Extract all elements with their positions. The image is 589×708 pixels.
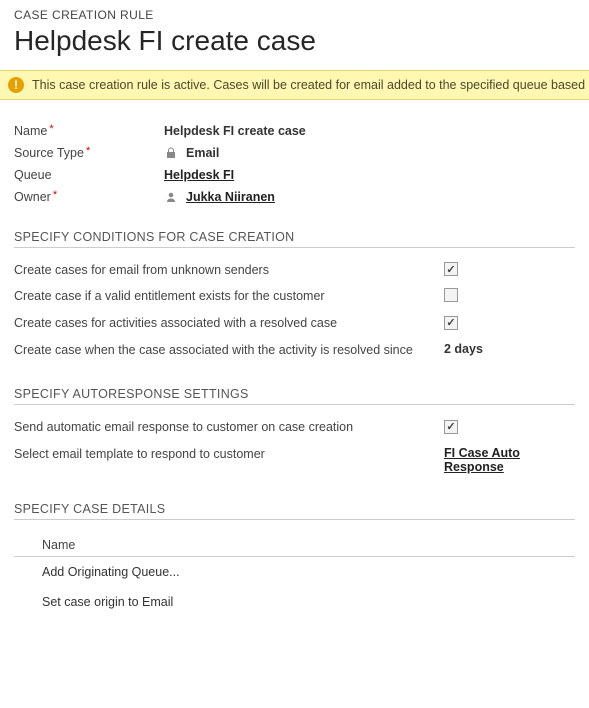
source-type-value: Email	[164, 146, 219, 160]
send-auto-label: Send automatic email response to custome…	[14, 419, 444, 436]
active-rule-alert: ! This case creation rule is active. Cas…	[0, 70, 589, 100]
table-header-name[interactable]: Name	[14, 534, 575, 557]
lock-icon	[164, 146, 178, 160]
resolved-since-value[interactable]: 2 days	[444, 342, 575, 356]
unknown-senders-checkbox[interactable]	[444, 262, 458, 276]
queue-label: Queue	[14, 168, 164, 182]
case-details-table: Name Add Originating Queue... Set case o…	[14, 534, 575, 617]
resolved-activities-label: Create cases for activities associated w…	[14, 315, 444, 332]
email-template-label: Select email template to respond to cust…	[14, 446, 444, 463]
section-autoresponse-heading: SPECIFY AUTORESPONSE SETTINGS	[14, 387, 575, 405]
source-type-label: Source Type*	[14, 146, 164, 160]
unknown-senders-label: Create cases for email from unknown send…	[14, 262, 444, 279]
section-details-heading: SPECIFY CASE DETAILS	[14, 502, 575, 520]
table-row[interactable]: Add Originating Queue...	[14, 557, 575, 587]
breadcrumb: CASE CREATION RULE	[14, 8, 575, 22]
resolved-since-label: Create case when the case associated wit…	[14, 342, 444, 359]
send-auto-checkbox[interactable]	[444, 420, 458, 434]
entitlement-checkbox[interactable]	[444, 288, 458, 302]
page-title: Helpdesk FI create case	[14, 24, 575, 58]
summary-block: Name* Helpdesk FI create case Source Typ…	[14, 124, 575, 204]
resolved-activities-checkbox[interactable]	[444, 316, 458, 330]
email-template-link[interactable]: FI Case Auto Response	[444, 446, 520, 474]
alert-text: This case creation rule is active. Cases…	[32, 78, 589, 92]
name-label: Name*	[14, 124, 164, 138]
section-conditions-heading: SPECIFY CONDITIONS FOR CASE CREATION	[14, 230, 575, 248]
owner-link[interactable]: Jukka Niiranen	[186, 190, 275, 204]
warning-icon: !	[8, 77, 24, 93]
owner-label: Owner*	[14, 190, 164, 204]
table-row[interactable]: Set case origin to Email	[14, 587, 575, 617]
queue-link[interactable]: Helpdesk FI	[164, 168, 234, 182]
entitlement-label: Create case if a valid entitlement exist…	[14, 288, 444, 305]
name-value[interactable]: Helpdesk FI create case	[164, 124, 306, 138]
user-icon	[164, 190, 178, 204]
